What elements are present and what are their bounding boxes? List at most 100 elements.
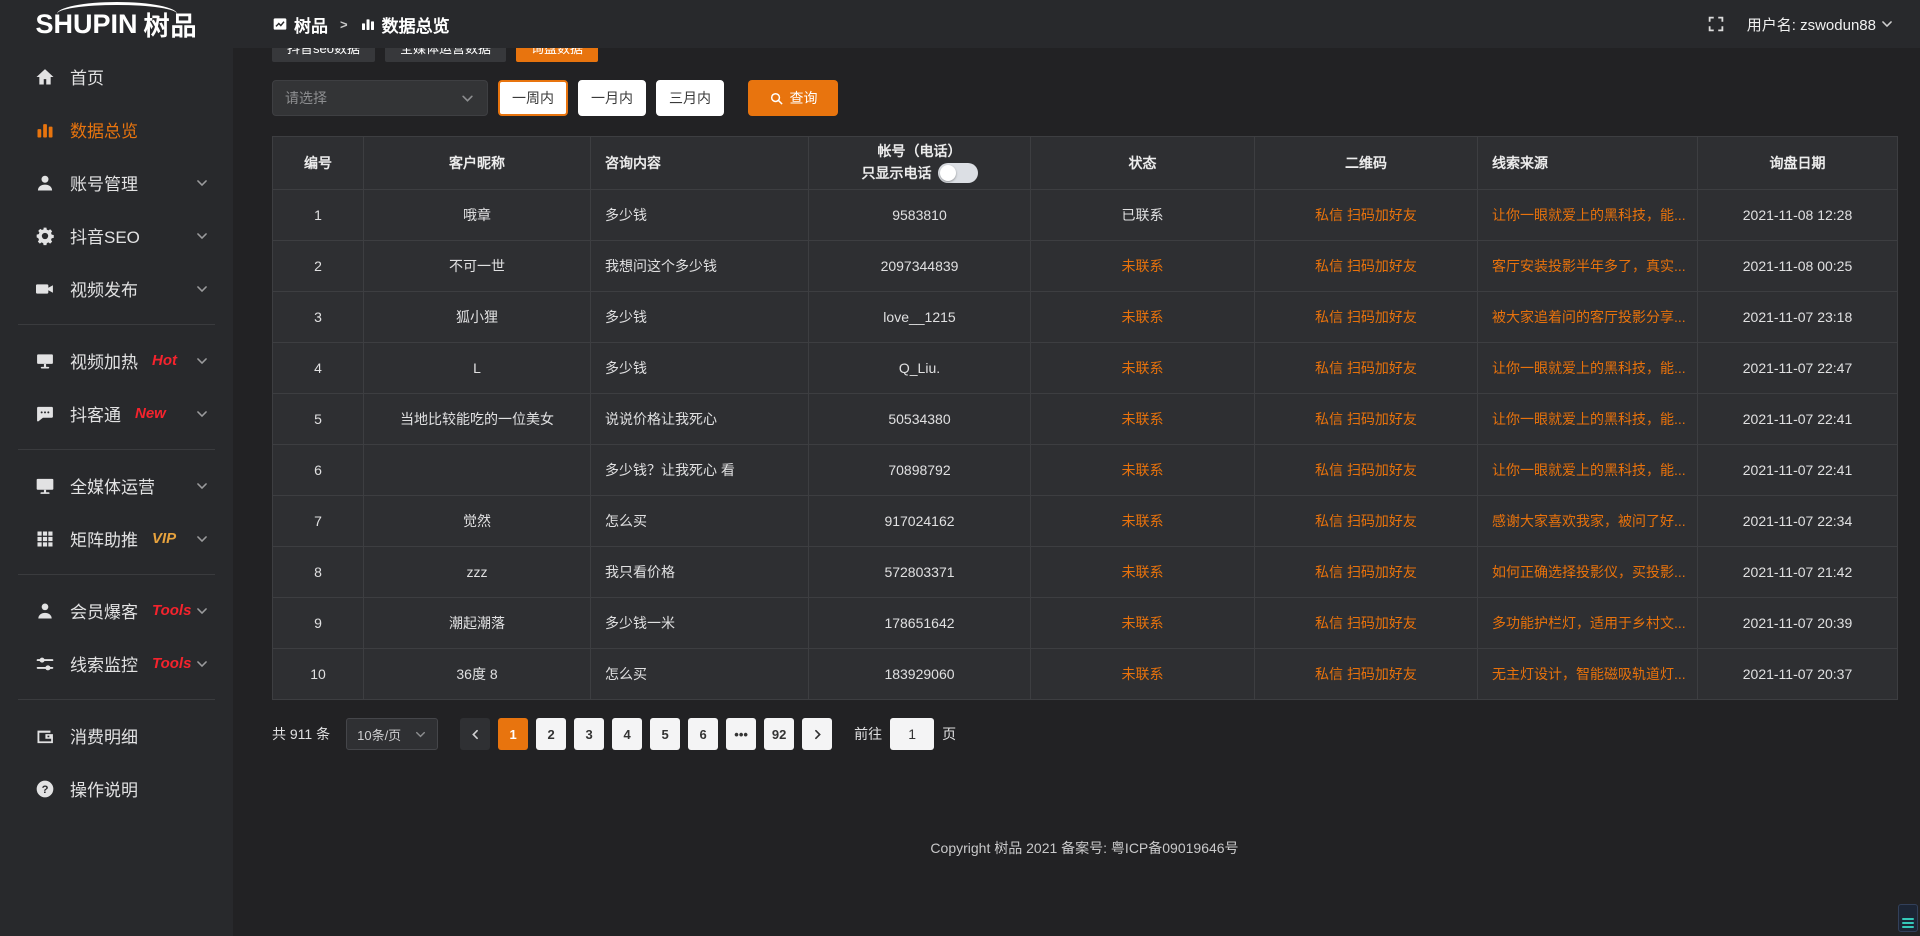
cell-id: 1 [273, 190, 364, 241]
qr-link-扫码加好友[interactable]: 扫码加好友 [1347, 513, 1417, 529]
sidebar-item-矩阵助推[interactable]: 矩阵助推VIP [0, 512, 233, 565]
sidebar-item-label: 抖客通 [70, 401, 121, 426]
source-link[interactable]: 多功能护栏灯，适用于乡村文... [1492, 615, 1686, 631]
qr-link-扫码加好友[interactable]: 扫码加好友 [1347, 207, 1417, 223]
qr-link-私信[interactable]: 私信 [1315, 666, 1343, 682]
cell-content: 多少钱一米 [591, 598, 809, 649]
qr-link-私信[interactable]: 私信 [1315, 360, 1343, 376]
sidebar-item-badge: Tools [152, 602, 191, 619]
cell-content: 怎么买 [591, 496, 809, 547]
sidebar-item-首页[interactable]: 首页 [0, 50, 233, 103]
sidebar-item-数据总览[interactable]: 数据总览 [0, 103, 233, 156]
source-link[interactable]: 让你一眼就爱上的黑科技，能... [1492, 207, 1686, 223]
cell-content: 多少钱？让我死心 看 [591, 445, 809, 496]
qr-link-扫码加好友[interactable]: 扫码加好友 [1347, 360, 1417, 376]
column-header-编号: 编号 [273, 137, 364, 190]
source-link[interactable]: 客厅安装投影半年多了，真实... [1492, 258, 1686, 274]
page-button-4[interactable]: 4 [612, 718, 642, 750]
prev-page-button[interactable] [460, 718, 490, 750]
sidebar-item-label: 数据总览 [70, 117, 138, 142]
page-button-6[interactable]: 6 [688, 718, 718, 750]
source-link[interactable]: 无主灯设计，智能磁吸轨道灯... [1492, 666, 1686, 682]
cell-content: 怎么买 [591, 649, 809, 700]
source-link[interactable]: 如何正确选择投影仪，买投影... [1492, 564, 1686, 580]
sidebar-item-操作说明[interactable]: ?操作说明 [0, 762, 233, 815]
fullscreen-icon[interactable] [1707, 15, 1725, 33]
sidebar-item-全媒体运营[interactable]: 全媒体运营 [0, 459, 233, 512]
filter-bar: 请选择 一周内一月内三月内 查询 [272, 80, 1897, 116]
sidebar-item-消费明细[interactable]: 消费明细 [0, 709, 233, 762]
cell-date: 2021-11-08 00:25 [1698, 241, 1898, 292]
page-button-5[interactable]: 5 [650, 718, 680, 750]
cell-qrcode: 私信 扫码加好友 [1255, 649, 1478, 700]
cell-qrcode: 私信 扫码加好友 [1255, 547, 1478, 598]
corner-widget[interactable] [1898, 904, 1918, 932]
breadcrumb-root[interactable]: 树品 [294, 12, 328, 37]
page-size-label: 10条/页 [357, 725, 401, 744]
source-link[interactable]: 被大家追着问的客厅投影分享... [1492, 309, 1686, 325]
source-link[interactable]: 让你一眼就爱上的黑科技，能... [1492, 411, 1686, 427]
search-button[interactable]: 查询 [748, 80, 838, 116]
page-button-1[interactable]: 1 [498, 718, 528, 750]
qr-link-扫码加好友[interactable]: 扫码加好友 [1347, 258, 1417, 274]
table-row: 1哦章多少钱9583810已联系私信 扫码加好友让你一眼就爱上的黑科技，能...… [273, 190, 1898, 241]
column-header-线索来源: 线索来源 [1478, 137, 1698, 190]
source-link[interactable]: 让你一眼就爱上的黑科技，能... [1492, 360, 1686, 376]
phone-only-toggle[interactable] [938, 163, 978, 183]
next-page-button[interactable] [802, 718, 832, 750]
sidebar-item-账号管理[interactable]: 账号管理 [0, 156, 233, 209]
qr-link-私信[interactable]: 私信 [1315, 258, 1343, 274]
qr-link-私信[interactable]: 私信 [1315, 309, 1343, 325]
account-select[interactable]: 请选择 [272, 80, 488, 116]
qr-link-扫码加好友[interactable]: 扫码加好友 [1347, 309, 1417, 325]
table-row: 5当地比较能吃的一位美女说说价格让我死心50534380未联系私信 扫码加好友让… [273, 394, 1898, 445]
cell-content: 我想问这个多少钱 [591, 241, 809, 292]
qr-link-私信[interactable]: 私信 [1315, 411, 1343, 427]
toggle-knob [940, 165, 956, 181]
cell-source: 让你一眼就爱上的黑科技，能... [1478, 445, 1698, 496]
sidebar-item-抖客通[interactable]: 抖客通New [0, 387, 233, 440]
sidebar-item-线索监控[interactable]: 线索监控Tools [0, 637, 233, 690]
sidebar-item-抖音SEO[interactable]: 抖音SEO [0, 209, 233, 262]
qr-link-私信[interactable]: 私信 [1315, 513, 1343, 529]
goto-page-input[interactable] [890, 718, 934, 750]
member-icon [35, 601, 55, 621]
search-icon [769, 91, 784, 106]
cell-nickname: 当地比较能吃的一位美女 [364, 394, 591, 445]
qr-link-扫码加好友[interactable]: 扫码加好友 [1347, 462, 1417, 478]
range-button-一月内[interactable]: 一月内 [578, 80, 646, 116]
column-header-客户昵称: 客户昵称 [364, 137, 591, 190]
sidebar-item-会员爆客[interactable]: 会员爆客Tools [0, 584, 233, 637]
cell-qrcode: 私信 扫码加好友 [1255, 190, 1478, 241]
breadcrumb: 树品 > 数据总览 [272, 12, 450, 37]
qr-link-私信[interactable]: 私信 [1315, 564, 1343, 580]
qr-link-扫码加好友[interactable]: 扫码加好友 [1347, 564, 1417, 580]
user-menu[interactable]: 用户名: zswodun88 [1747, 14, 1894, 35]
column-header-label: 帐号（电话） [878, 143, 962, 160]
qr-link-私信[interactable]: 私信 [1315, 207, 1343, 223]
table-row: 7觉然怎么买917024162未联系私信 扫码加好友感谢大家喜欢我家，被问了好.… [273, 496, 1898, 547]
qr-link-扫码加好友[interactable]: 扫码加好友 [1347, 615, 1417, 631]
qr-link-私信[interactable]: 私信 [1315, 462, 1343, 478]
column-header-询盘日期: 询盘日期 [1698, 137, 1898, 190]
page-button-3[interactable]: 3 [574, 718, 604, 750]
cell-status: 未联系 [1031, 241, 1255, 292]
page-ellipsis-button[interactable]: ••• [726, 718, 756, 750]
qr-link-扫码加好友[interactable]: 扫码加好友 [1347, 411, 1417, 427]
range-button-三月内[interactable]: 三月内 [656, 80, 724, 116]
page-size-select[interactable]: 10条/页 [346, 718, 438, 750]
chevron-right-icon [811, 728, 824, 741]
cell-nickname: 觉然 [364, 496, 591, 547]
cell-content: 多少钱 [591, 343, 809, 394]
cell-nickname: 36度 8 [364, 649, 591, 700]
qr-link-私信[interactable]: 私信 [1315, 615, 1343, 631]
source-link[interactable]: 感谢大家喜欢我家，被问了好... [1492, 513, 1686, 529]
qr-link-扫码加好友[interactable]: 扫码加好友 [1347, 666, 1417, 682]
range-button-一周内[interactable]: 一周内 [498, 80, 568, 116]
sidebar-item-视频发布[interactable]: 视频发布 [0, 262, 233, 315]
sidebar-item-视频加热[interactable]: 视频加热Hot [0, 334, 233, 387]
page-button-2[interactable]: 2 [536, 718, 566, 750]
source-link[interactable]: 让你一眼就爱上的黑科技，能... [1492, 462, 1686, 478]
page-button-92[interactable]: 92 [764, 718, 794, 750]
trend-chart-icon [272, 16, 288, 32]
